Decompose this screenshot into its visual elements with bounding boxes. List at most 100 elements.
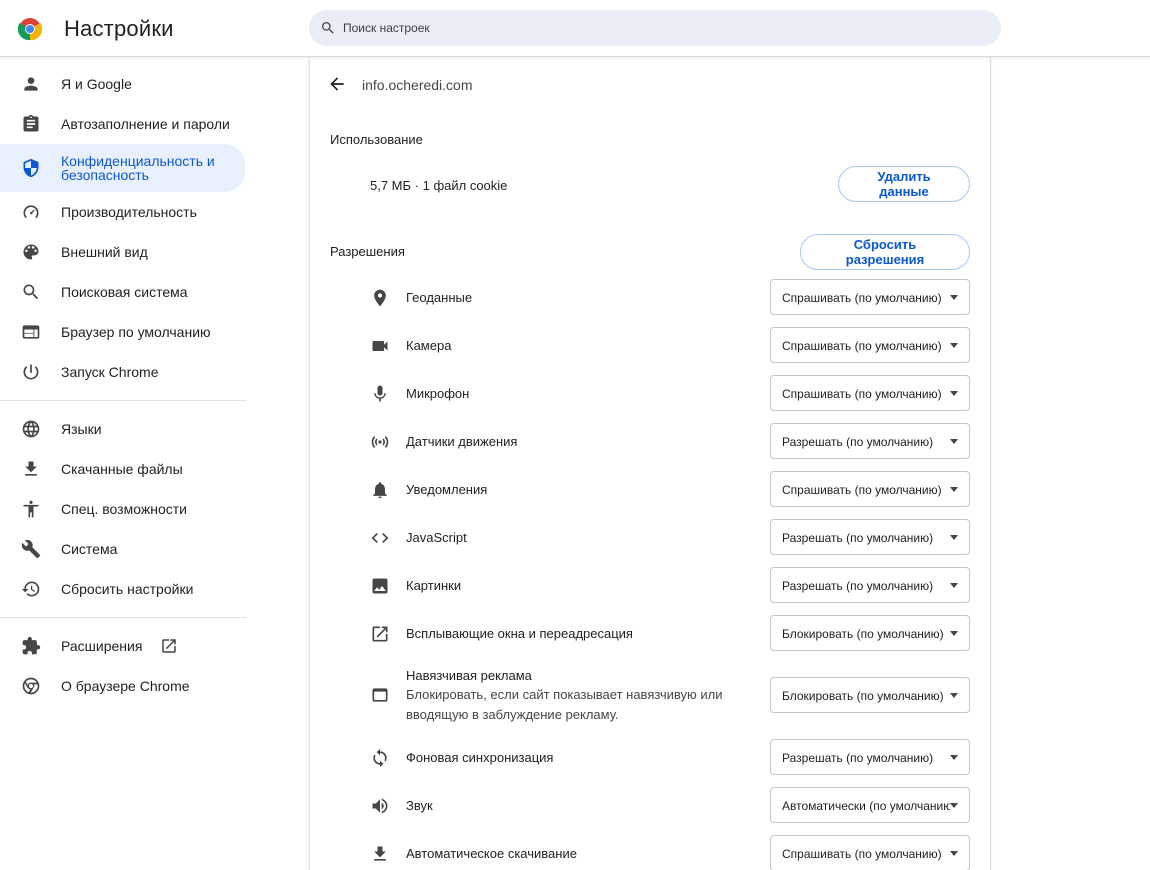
- microphone-icon: [370, 384, 390, 404]
- site-settings-card: info.ocheredi.com Использование 5,7 МБ ·…: [310, 57, 990, 870]
- sidebar-item-label: Автозаполнение и пароли: [61, 116, 230, 132]
- sidebar-item-label: Запуск Chrome: [61, 364, 159, 380]
- top-bar: Настройки: [0, 0, 1150, 57]
- sidebar-item-appearance[interactable]: Внешний вид: [0, 232, 245, 272]
- dropdown-arrow-icon: [950, 851, 958, 856]
- permission-label: Фоновая синхронизация: [406, 750, 554, 765]
- dropdown-arrow-icon: [950, 583, 958, 588]
- sidebar-divider: [0, 400, 246, 401]
- search-icon: [322, 22, 334, 34]
- select-value: Спрашивать (по умолчанию): [782, 387, 942, 401]
- permission-label: Геоданные: [406, 290, 473, 305]
- sidebar-item-system[interactable]: Система: [0, 529, 245, 569]
- dropdown-arrow-icon: [950, 343, 958, 348]
- sidebar-item-label: Поисковая система: [61, 284, 188, 300]
- sidebar-item-label: Система: [61, 541, 118, 557]
- dropdown-arrow-icon: [950, 439, 958, 444]
- images-select[interactable]: Разрешать (по умолчанию): [770, 567, 970, 603]
- usage-section-title: Использование: [330, 132, 423, 147]
- select-value: Спрашивать (по умолчанию): [782, 339, 942, 353]
- sidebar-item-label: Браузер по умолчанию: [61, 324, 211, 340]
- chrome-logo-icon: [18, 18, 42, 41]
- download-icon: [21, 459, 41, 479]
- puzzle-icon: [21, 636, 41, 656]
- sidebar-item-label: Конфиденциальность и безопасность: [61, 153, 215, 183]
- permission-row-images: Картинки Разрешать (по умолчанию): [310, 564, 990, 612]
- permission-row-popups: Всплывающие окна и переадресация Блокиро…: [310, 612, 990, 660]
- camera-icon: [370, 336, 390, 356]
- sidebar-item-performance[interactable]: Производительность: [0, 192, 245, 232]
- back-arrow-icon[interactable]: [327, 74, 347, 94]
- sidebar-item-you-and-google[interactable]: Я и Google: [0, 64, 245, 104]
- delete-data-button[interactable]: Удалить данные: [838, 166, 970, 202]
- permission-description: Блокировать, если сайт показывает навязч…: [406, 687, 723, 722]
- camera-select[interactable]: Спрашивать (по умолчанию): [770, 327, 970, 363]
- sync-icon: [370, 748, 390, 768]
- sidebar-item-label: Сбросить настройки: [61, 581, 194, 597]
- location-select[interactable]: Спрашивать (по умолчанию): [770, 279, 970, 315]
- sidebar-item-privacy[interactable]: Конфиденциальность и безопасность: [0, 144, 245, 192]
- sidebar-item-about-chrome[interactable]: О браузере Chrome: [0, 666, 245, 706]
- sidebar-item-label: О браузере Chrome: [61, 678, 190, 694]
- permission-label: Уведомления: [406, 482, 488, 497]
- code-icon: [370, 528, 390, 548]
- sidebar-item-label: Я и Google: [61, 76, 132, 92]
- bell-icon: [370, 480, 390, 500]
- background-sync-select[interactable]: Разрешать (по умолчанию): [770, 739, 970, 775]
- download-icon: [370, 844, 390, 864]
- sidebar-item-on-startup[interactable]: Запуск Chrome: [0, 352, 245, 392]
- sidebar-item-extensions[interactable]: Расширения: [0, 626, 245, 666]
- reset-permissions-button[interactable]: Сбросить разрешения: [800, 234, 970, 270]
- permission-label: JavaScript: [406, 530, 467, 545]
- sound-select[interactable]: Автоматически (по умолчанию): [770, 787, 970, 823]
- accessibility-icon: [21, 499, 41, 519]
- dropdown-arrow-icon: [950, 755, 958, 760]
- sidebar-item-search-engine[interactable]: Поисковая система: [0, 272, 245, 312]
- history-icon: [21, 579, 41, 599]
- popups-select[interactable]: Блокировать (по умолчанию): [770, 615, 970, 651]
- sidebar-item-label: Скачанные файлы: [61, 461, 183, 477]
- permission-label: Датчики движения: [406, 434, 518, 449]
- sidebar-item-languages[interactable]: Языки: [0, 409, 245, 449]
- javascript-select[interactable]: Разрешать (по умолчанию): [770, 519, 970, 555]
- open-in-new-icon: [370, 624, 390, 644]
- permission-label: Всплывающие окна и переадресация: [406, 626, 633, 641]
- sidebar-item-reset[interactable]: Сбросить настройки: [0, 569, 245, 609]
- image-icon: [370, 576, 390, 596]
- speaker-icon: [370, 796, 390, 816]
- chrome-icon: [21, 676, 41, 696]
- dropdown-arrow-icon: [950, 535, 958, 540]
- speedometer-icon: [21, 202, 41, 222]
- select-value: Спрашивать (по умолчанию): [782, 483, 942, 497]
- sidebar-item-label: Производительность: [61, 204, 197, 220]
- sidebar-item-default-browser[interactable]: Браузер по умолчанию: [0, 312, 245, 352]
- sensors-icon: [370, 432, 390, 452]
- select-value: Разрешать (по умолчанию): [782, 751, 934, 765]
- dropdown-arrow-icon: [950, 295, 958, 300]
- notifications-select[interactable]: Спрашивать (по умолчанию): [770, 471, 970, 507]
- permission-label: Навязчивая реклама: [406, 668, 532, 683]
- microphone-select[interactable]: Спрашивать (по умолчанию): [770, 375, 970, 411]
- search-icon: [21, 282, 41, 302]
- select-value: Разрешать (по умолчанию): [782, 435, 934, 449]
- sidebar-item-downloads[interactable]: Скачанные файлы: [0, 449, 245, 489]
- shield-icon: [21, 158, 41, 178]
- location-pin-icon: [370, 288, 390, 308]
- intrusive-ads-select[interactable]: Блокировать (по умолчанию): [770, 677, 970, 713]
- motion-sensors-select[interactable]: Разрешать (по умолчанию): [770, 423, 970, 459]
- sidebar-item-accessibility[interactable]: Спец. возможности: [0, 489, 245, 529]
- sidebar: Я и Google Автозаполнение и пароли Конфи…: [0, 57, 260, 870]
- search-box[interactable]: [309, 10, 1001, 46]
- select-value: Спрашивать (по умолчанию): [782, 847, 942, 861]
- select-value: Блокировать (по умолчанию): [782, 627, 944, 641]
- permissions-section-title: Разрешения: [330, 244, 405, 259]
- clipboard-icon: [21, 114, 41, 134]
- permission-label: Картинки: [406, 578, 462, 593]
- permission-row-javascript: JavaScript Разрешать (по умолчанию): [310, 516, 990, 564]
- site-name: info.ocheredi.com: [362, 77, 473, 93]
- search-input[interactable]: [343, 10, 983, 46]
- permission-label: Микрофон: [406, 386, 470, 401]
- usage-summary: 5,7 МБ · 1 файл cookie: [370, 178, 508, 193]
- sidebar-item-autofill[interactable]: Автозаполнение и пароли: [0, 104, 245, 144]
- auto-downloads-select[interactable]: Спрашивать (по умолчанию): [770, 835, 970, 870]
